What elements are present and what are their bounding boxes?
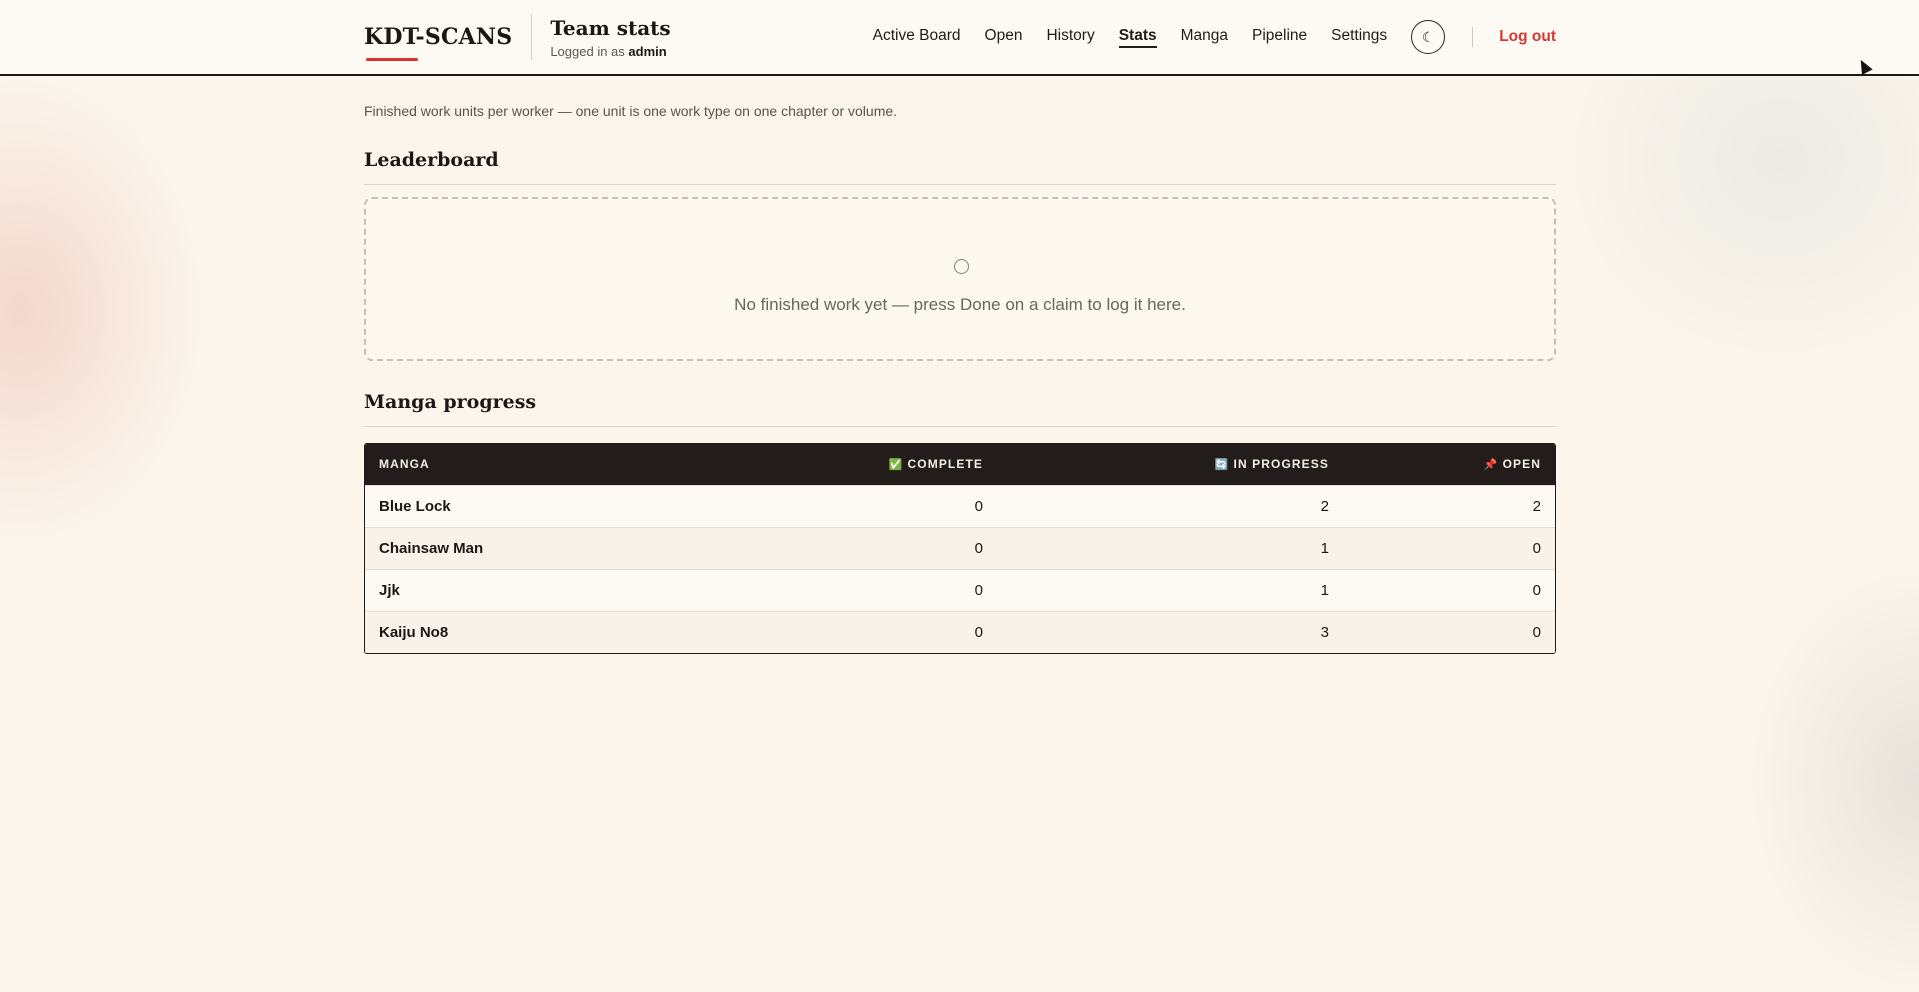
- intro-text: Finished work units per worker — one uni…: [364, 103, 898, 119]
- logout-link[interactable]: Log out: [1499, 28, 1556, 46]
- manga-progress-rule: [364, 426, 1556, 427]
- column-label: COMPLETE: [907, 457, 983, 472]
- top-bar-inner: KDT-SCANS Team stats Logged in as admin …: [364, 0, 1556, 74]
- leaderboard-heading: Leaderboard: [364, 149, 499, 171]
- column-label: OPEN: [1502, 457, 1541, 472]
- login-username: admin: [628, 43, 667, 59]
- table-row[interactable]: Jjk 0 1 0: [365, 568, 1555, 611]
- column-header-in-progress[interactable]: 🔄 IN PROGRESS: [997, 444, 1343, 485]
- cell-manga: Kaiju No8: [365, 610, 765, 653]
- brand-underline: [366, 58, 418, 61]
- empty-state-message: No finished work yet — press Done on a c…: [734, 295, 1186, 314]
- cell-complete: 0: [765, 610, 997, 653]
- nav-stats[interactable]: Stats: [1118, 27, 1157, 48]
- nav-active-board[interactable]: Active Board: [873, 27, 961, 48]
- manga-progress-table: MANGA ✅ COMPLETE 🔄 IN PROGRESS 📌 OPEN Blue …: [364, 443, 1556, 654]
- table-row[interactable]: Blue Lock 0 2 2: [365, 484, 1555, 527]
- brand-name: KDT-SCANS: [364, 24, 513, 50]
- cell-open: 0: [1343, 568, 1555, 611]
- nav-pipeline[interactable]: Pipeline: [1252, 27, 1307, 48]
- cell-in-progress: 1: [997, 568, 1343, 611]
- leaderboard-rule: [364, 184, 1556, 185]
- column-header-complete[interactable]: ✅ COMPLETE: [765, 444, 997, 485]
- main-nav: Active Board Open History Stats Manga Pi…: [873, 20, 1556, 54]
- nav-open[interactable]: Open: [985, 27, 1023, 48]
- cell-complete: 0: [765, 568, 997, 611]
- top-bar: KDT-SCANS Team stats Logged in as admin …: [0, 0, 1919, 76]
- theme-toggle-button[interactable]: ☾: [1411, 20, 1446, 54]
- column-header-open[interactable]: 📌 OPEN: [1343, 444, 1555, 485]
- empty-circle-icon: [954, 259, 969, 274]
- cell-open: 0: [1343, 610, 1555, 653]
- moon-icon: ☾: [1421, 28, 1435, 45]
- leaderboard-empty-state: No finished work yet — press Done on a c…: [364, 197, 1556, 361]
- cell-complete: 0: [765, 484, 997, 527]
- cell-manga: Blue Lock: [365, 484, 765, 527]
- table-row[interactable]: Chainsaw Man 0 1 0: [365, 526, 1555, 569]
- column-label: IN PROGRESS: [1233, 457, 1329, 472]
- pushpin-icon: 📌: [1483, 459, 1499, 472]
- page-title: Team stats: [550, 15, 671, 40]
- manga-progress-heading: Manga progress: [364, 391, 537, 413]
- nav-settings[interactable]: Settings: [1331, 27, 1387, 48]
- nav-divider: [1472, 27, 1474, 47]
- refresh-icon: 🔄: [1214, 459, 1230, 472]
- cell-in-progress: 3: [997, 610, 1343, 653]
- cell-open: 2: [1343, 484, 1555, 527]
- cell-manga: Chainsaw Man: [365, 526, 765, 569]
- table-row[interactable]: Kaiju No8 0 3 0: [365, 610, 1555, 653]
- cell-in-progress: 2: [997, 484, 1343, 527]
- column-header-manga[interactable]: MANGA: [365, 444, 765, 485]
- cell-open: 0: [1343, 526, 1555, 569]
- column-label: MANGA: [379, 457, 430, 472]
- header-divider: [531, 14, 533, 60]
- check-icon: ✅: [888, 459, 904, 472]
- nav-history[interactable]: History: [1046, 27, 1094, 48]
- login-prefix: Logged in as: [550, 43, 625, 59]
- brand-logo[interactable]: KDT-SCANS: [364, 24, 513, 61]
- cell-manga: Jjk: [365, 568, 765, 611]
- nav-manga[interactable]: Manga: [1181, 27, 1228, 48]
- cell-complete: 0: [765, 526, 997, 569]
- cell-in-progress: 1: [997, 526, 1343, 569]
- login-status: Logged in as admin: [550, 44, 670, 59]
- table-header-row: MANGA ✅ COMPLETE 🔄 IN PROGRESS 📌 OPEN: [365, 444, 1555, 485]
- page-title-block: Team stats Logged in as admin: [550, 16, 670, 59]
